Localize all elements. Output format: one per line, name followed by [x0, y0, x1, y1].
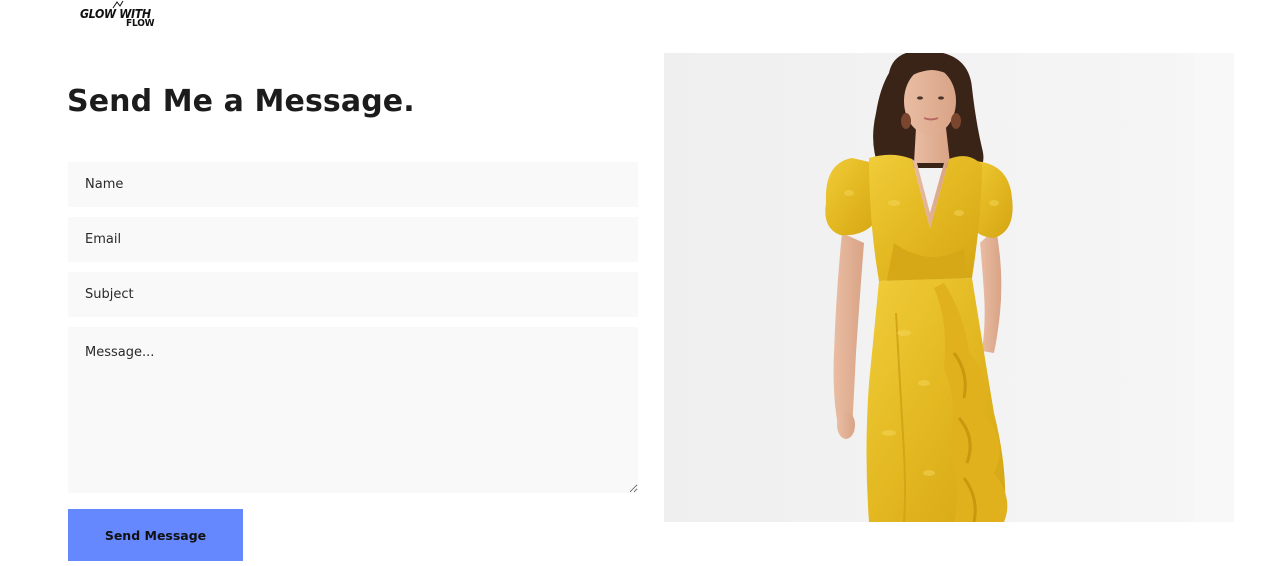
woman-in-yellow-dress-image — [664, 53, 1234, 522]
model-photo — [664, 53, 1234, 522]
logo-text-line2: FLOW — [126, 18, 155, 29]
message-textarea[interactable] — [68, 327, 638, 493]
name-input[interactable] — [68, 162, 638, 207]
subject-input[interactable] — [68, 272, 638, 317]
email-input[interactable] — [68, 217, 638, 262]
brand-logo[interactable]: GLOW WITH FLOW — [78, 0, 162, 34]
send-message-button[interactable]: Send Message — [68, 509, 243, 561]
page-title: Send Me a Message. — [67, 84, 415, 119]
